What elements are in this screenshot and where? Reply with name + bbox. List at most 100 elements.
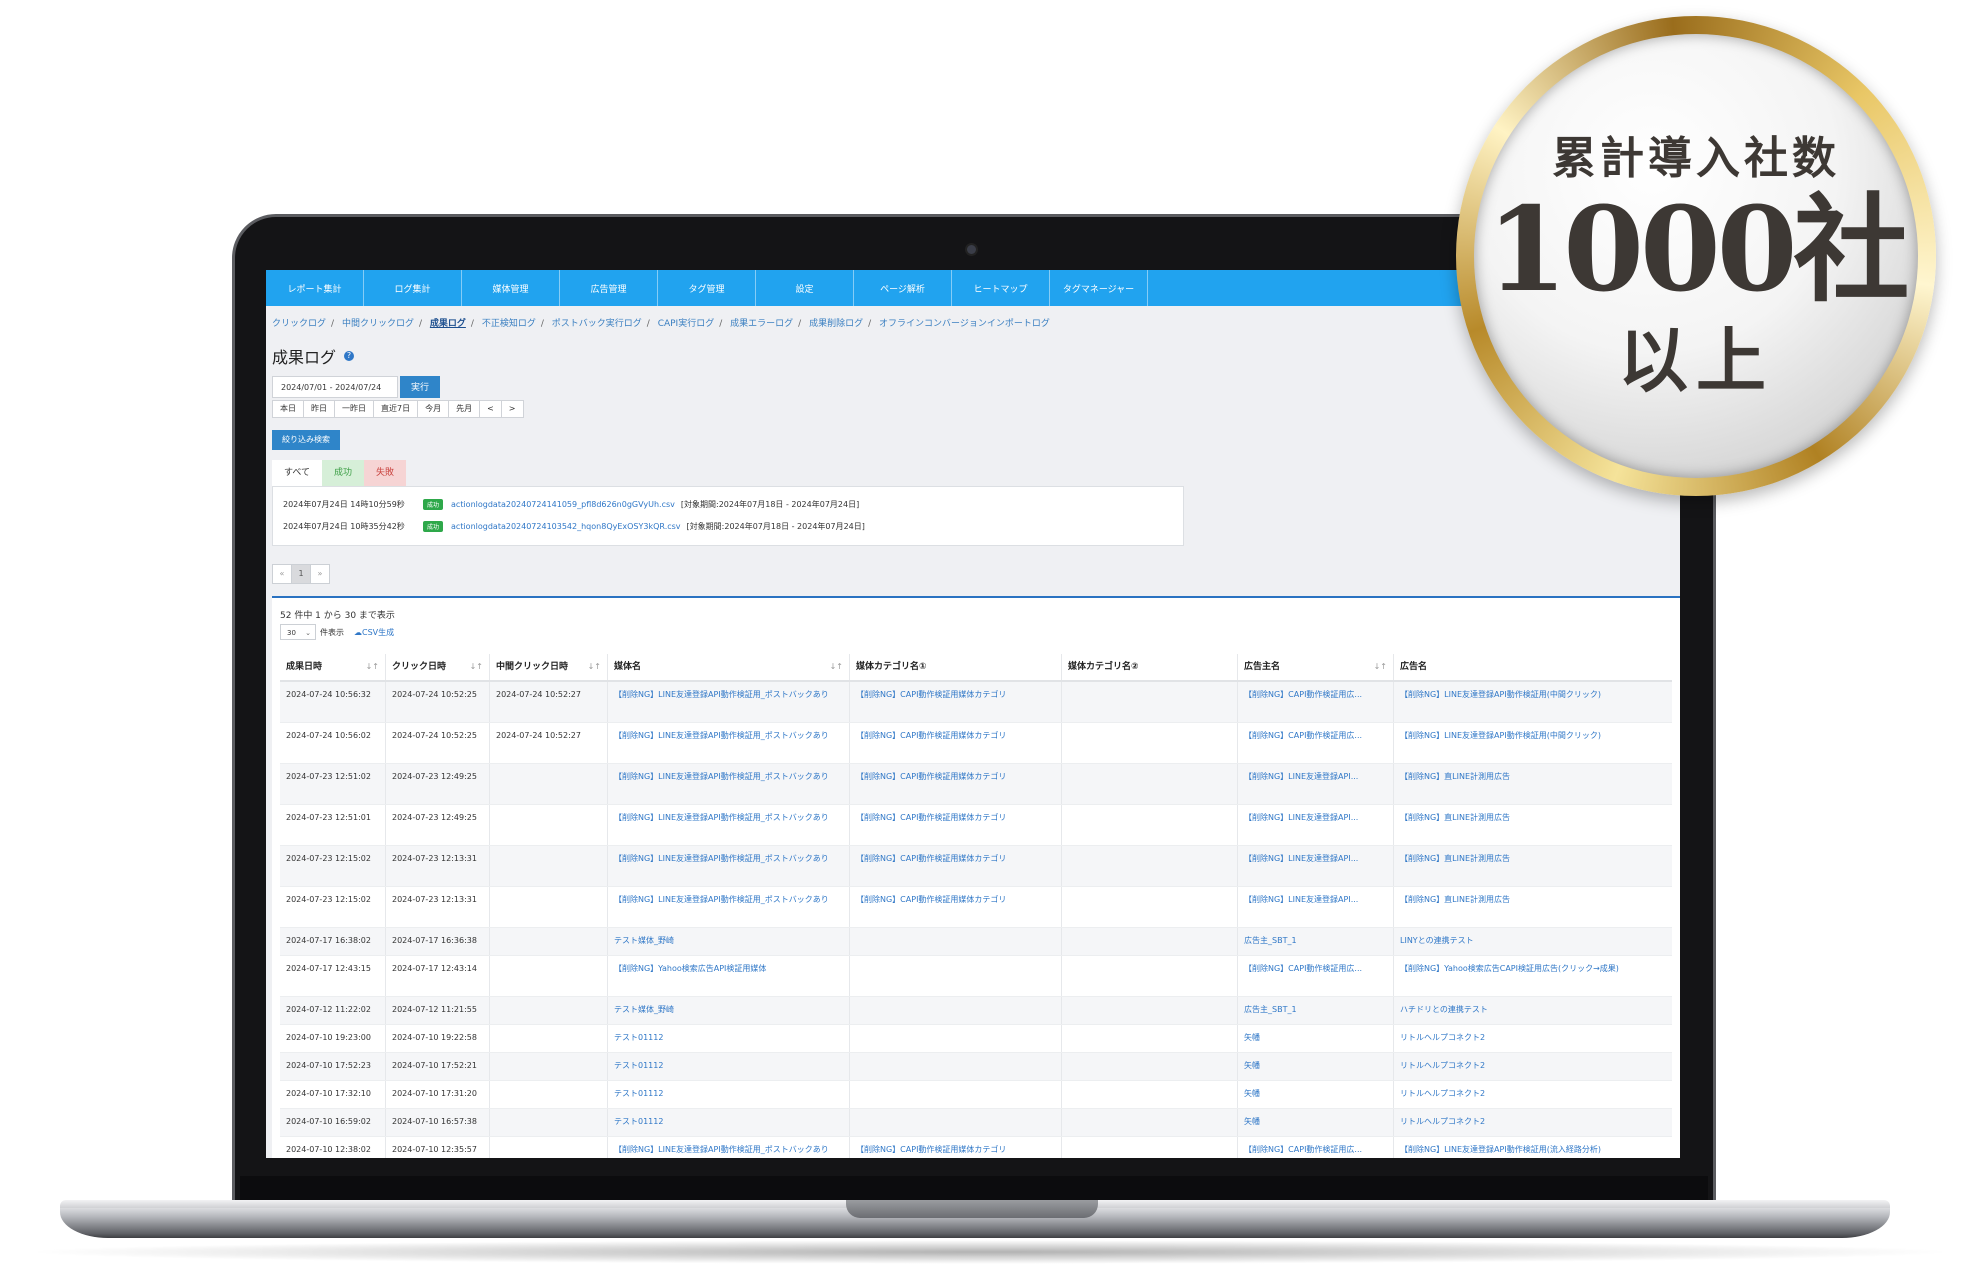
range-today-button[interactable]: 本日	[272, 400, 304, 418]
subnav-postback-log[interactable]: ポストバック実行ログ	[552, 316, 642, 329]
cell-media-category-1[interactable]: 【削除NG】CAPI動作検証用媒体カテゴリ	[850, 682, 1062, 722]
file-link[interactable]: actionlogdata20240724103542_hqon8QyExOSY…	[451, 522, 681, 531]
cell-ad-name[interactable]: 【削除NG】LINE友達登録API動作検証用(中間クリック)	[1394, 682, 1672, 722]
subnav-mid-click-log[interactable]: 中間クリックログ	[342, 316, 414, 329]
cell-media-name[interactable]: 【削除NG】LINE友達登録API動作検証用_ポストバックあり	[608, 723, 850, 763]
cell-ad-name[interactable]: 【削除NG】LINE友達登録API動作検証用(中間クリック)	[1394, 723, 1672, 763]
cell-advertiser[interactable]: 【削除NG】LINE友達登録API...	[1238, 805, 1394, 845]
range-last7-button[interactable]: 直近7日	[373, 400, 419, 418]
col-conversion-time[interactable]: 成果日時 ↓↑	[280, 654, 386, 680]
per-page-select[interactable]: 30 ⌄	[280, 624, 316, 640]
tab-all[interactable]: すべて	[272, 460, 323, 486]
range-yesterday-button[interactable]: 昨日	[303, 400, 335, 418]
csv-export-button[interactable]: ☁CSV生成	[354, 627, 394, 638]
date-range-input[interactable]: 2024/07/01 - 2024/07/24	[272, 376, 398, 398]
nav-report[interactable]: レポート集計	[266, 270, 364, 306]
sort-icon[interactable]: ↓↑	[470, 654, 483, 680]
cell-media-name[interactable]: 【削除NG】LINE友達登録API動作検証用_ポストバックあり	[608, 682, 850, 722]
sort-icon[interactable]: ↓↑	[830, 654, 843, 680]
nav-tag-manager[interactable]: タグマネージャー	[1050, 270, 1148, 306]
cell-ad-name[interactable]: 【削除NG】直LINE計測用広告	[1394, 887, 1672, 927]
range-next-button[interactable]: >	[500, 400, 524, 418]
range-day-before-button[interactable]: 一昨日	[334, 400, 374, 418]
cell-ad-name[interactable]: リトルヘルプコネクト2	[1394, 1053, 1672, 1080]
nav-page-analysis[interactable]: ページ解析	[854, 270, 952, 306]
cell-ad-name[interactable]: 【削除NG】直LINE計測用広告	[1394, 846, 1672, 886]
cell-ad-name[interactable]: 【削除NG】LINE友達登録API動作検証用(流入経路分析)	[1394, 1137, 1672, 1158]
range-prev-button[interactable]: <	[479, 400, 502, 418]
cell-ad-name[interactable]: リトルヘルプコネクト2	[1394, 1109, 1672, 1136]
cell-media-category-1[interactable]: 【削除NG】CAPI動作検証用媒体カテゴリ	[850, 805, 1062, 845]
cell-media-name[interactable]: 【削除NG】LINE友達登録API動作検証用_ポストバックあり	[608, 1137, 850, 1158]
col-media-name[interactable]: 媒体名 ↓↑	[608, 654, 850, 680]
cell-ad-name[interactable]: リトルヘルプコネクト2	[1394, 1025, 1672, 1052]
cell-media-name[interactable]: 【削除NG】Yahoo検索広告API検証用媒体	[608, 956, 850, 996]
col-click-time[interactable]: クリック日時 ↓↑	[386, 654, 490, 680]
cell-advertiser[interactable]: 広告主_SBT_1	[1238, 997, 1394, 1024]
run-button[interactable]: 実行	[400, 376, 440, 398]
col-advertiser[interactable]: 広告主名 ↓↑	[1238, 654, 1394, 680]
page-next-button[interactable]: »	[310, 564, 330, 584]
cell-advertiser[interactable]: 【削除NG】CAPI動作検証用広...	[1238, 956, 1394, 996]
help-icon[interactable]: ?	[344, 351, 354, 361]
cell-advertiser[interactable]: 矢幡	[1238, 1053, 1394, 1080]
subnav-click-log[interactable]: クリックログ	[272, 316, 326, 329]
range-this-month-button[interactable]: 今月	[417, 400, 450, 418]
cell-media-category-1[interactable]: 【削除NG】CAPI動作検証用媒体カテゴリ	[850, 723, 1062, 763]
cell-advertiser[interactable]: 矢幡	[1238, 1109, 1394, 1136]
subnav-offline-import-log[interactable]: オフラインコンバージョンインポートログ	[879, 316, 1050, 329]
cell-ad-name[interactable]: ハチドリとの連携テスト	[1394, 997, 1672, 1024]
nav-tags[interactable]: タグ管理	[658, 270, 756, 306]
filter-search-button[interactable]: 絞り込み検索	[272, 430, 340, 450]
cell-advertiser[interactable]: 矢幡	[1238, 1025, 1394, 1052]
cell-media-name[interactable]: テスト媒体_野崎	[608, 928, 850, 955]
nav-heatmap[interactable]: ヒートマップ	[952, 270, 1050, 306]
cell-ad-name[interactable]: 【削除NG】直LINE計測用広告	[1394, 805, 1672, 845]
col-ad-name[interactable]: 広告名	[1394, 654, 1672, 680]
subnav-fraud-log[interactable]: 不正検知ログ	[482, 316, 536, 329]
sort-icon[interactable]: ↓↑	[366, 654, 379, 680]
cell-advertiser[interactable]: 広告主_SBT_1	[1238, 928, 1394, 955]
nav-log[interactable]: ログ集計	[364, 270, 462, 306]
cell-advertiser[interactable]: 【削除NG】CAPI動作検証用広...	[1238, 1137, 1394, 1158]
cell-advertiser[interactable]: 矢幡	[1238, 1081, 1394, 1108]
sort-icon[interactable]: ↓↑	[1374, 654, 1387, 680]
col-mid-click-time[interactable]: 中間クリック日時 ↓↑	[490, 654, 608, 680]
subnav-conversion-log[interactable]: 成果ログ	[430, 316, 466, 329]
file-link[interactable]: actionlogdata20240724141059_pfl8d626n0gG…	[451, 500, 675, 509]
col-media-category-2[interactable]: 媒体カテゴリ名②	[1062, 654, 1238, 680]
subnav-error-log[interactable]: 成果エラーログ	[730, 316, 793, 329]
col-media-category-1[interactable]: 媒体カテゴリ名①	[850, 654, 1062, 680]
cell-media-category-1[interactable]: 【削除NG】CAPI動作検証用媒体カテゴリ	[850, 846, 1062, 886]
cell-advertiser[interactable]: 【削除NG】LINE友達登録API...	[1238, 887, 1394, 927]
cell-media-category-1[interactable]: 【削除NG】CAPI動作検証用媒体カテゴリ	[850, 887, 1062, 927]
cell-advertiser[interactable]: 【削除NG】LINE友達登録API...	[1238, 846, 1394, 886]
page-prev-button[interactable]: «	[272, 564, 292, 584]
cell-media-name[interactable]: テスト01112	[608, 1109, 850, 1136]
cell-media-name[interactable]: 【削除NG】LINE友達登録API動作検証用_ポストバックあり	[608, 887, 850, 927]
cell-media-name[interactable]: テスト01112	[608, 1053, 850, 1080]
cell-media-name[interactable]: 【削除NG】LINE友達登録API動作検証用_ポストバックあり	[608, 764, 850, 804]
cell-advertiser[interactable]: 【削除NG】CAPI動作検証用広...	[1238, 682, 1394, 722]
tab-fail[interactable]: 失敗	[364, 460, 407, 486]
subnav-capi-log[interactable]: CAPI実行ログ	[658, 316, 715, 329]
sort-icon[interactable]: ↓↑	[588, 654, 601, 680]
cell-advertiser[interactable]: 【削除NG】CAPI動作検証用広...	[1238, 723, 1394, 763]
cell-ad-name[interactable]: 【削除NG】Yahoo検索広告CAPI検証用広告(クリック→成果)	[1394, 956, 1672, 996]
range-last-month-button[interactable]: 先月	[448, 400, 481, 418]
cell-ad-name[interactable]: LINYとの連携テスト	[1394, 928, 1672, 955]
cell-ad-name[interactable]: リトルヘルプコネクト2	[1394, 1081, 1672, 1108]
nav-media[interactable]: 媒体管理	[462, 270, 560, 306]
cell-media-name[interactable]: 【削除NG】LINE友達登録API動作検証用_ポストバックあり	[608, 805, 850, 845]
cell-media-category-1[interactable]: 【削除NG】CAPI動作検証用媒体カテゴリ	[850, 1137, 1062, 1158]
nav-settings[interactable]: 設定	[756, 270, 854, 306]
cell-media-name[interactable]: テスト01112	[608, 1025, 850, 1052]
cell-advertiser[interactable]: 【削除NG】LINE友達登録API...	[1238, 764, 1394, 804]
tab-success[interactable]: 成功	[322, 460, 365, 486]
cell-media-category-1[interactable]: 【削除NG】CAPI動作検証用媒体カテゴリ	[850, 764, 1062, 804]
cell-ad-name[interactable]: 【削除NG】直LINE計測用広告	[1394, 764, 1672, 804]
page-current-button[interactable]: 1	[291, 564, 311, 584]
subnav-deleted-log[interactable]: 成果削除ログ	[809, 316, 863, 329]
nav-ads[interactable]: 広告管理	[560, 270, 658, 306]
cell-media-name[interactable]: テスト01112	[608, 1081, 850, 1108]
